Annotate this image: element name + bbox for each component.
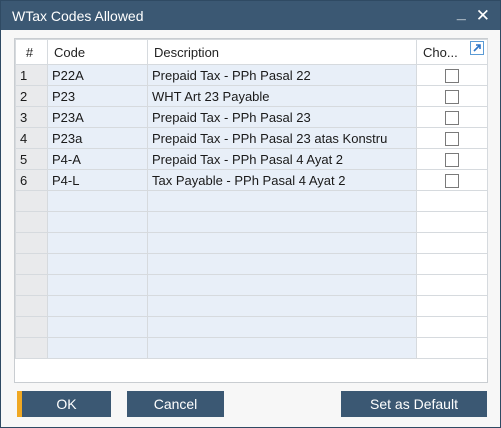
code-cell[interactable]: P23a xyxy=(47,127,148,149)
empty-description-cell[interactable] xyxy=(147,211,417,233)
grid-table: # Code Description Cho... 1 P22A Prepaid T… xyxy=(15,39,488,359)
row-number: 5 xyxy=(15,148,48,170)
empty-description-cell[interactable] xyxy=(147,190,417,212)
set-as-default-button[interactable]: Set as Default xyxy=(341,391,487,417)
chosen-cell xyxy=(416,106,488,128)
row-number: 2 xyxy=(15,85,48,107)
empty-description-cell[interactable] xyxy=(147,274,417,296)
empty-code-cell[interactable] xyxy=(47,232,148,254)
description-cell[interactable]: Tax Payable - PPh Pasal 4 Ayat 2 xyxy=(147,169,417,191)
table-row[interactable]: 4 P23a Prepaid Tax - PPh Pasal 23 atas Kon… xyxy=(15,127,488,149)
empty-chosen-cell xyxy=(416,253,488,275)
empty-description-cell[interactable] xyxy=(147,253,417,275)
empty-code-cell[interactable] xyxy=(47,211,148,233)
empty-description-cell[interactable] xyxy=(147,337,417,359)
window-controls: _ ✕ xyxy=(457,5,490,24)
description-cell[interactable]: Prepaid Tax - PPh Pasal 4 Ayat 2 xyxy=(147,148,417,170)
cancel-button[interactable]: Cancel xyxy=(127,391,224,417)
description-cell[interactable]: Prepaid Tax - PPh Pasal 22 xyxy=(147,64,417,86)
code-cell[interactable]: P4-A xyxy=(47,148,148,170)
minimize-icon[interactable]: _ xyxy=(457,5,466,22)
empty-chosen-cell xyxy=(416,211,488,233)
table-row[interactable]: 2 P23 WHT Art 23 Payable xyxy=(15,85,488,107)
chosen-checkbox[interactable] xyxy=(445,89,459,104)
description-cell[interactable]: Prepaid Tax - PPh Pasal 23 xyxy=(147,106,417,128)
empty-row xyxy=(15,295,488,317)
description-cell[interactable]: Prepaid Tax - PPh Pasal 23 atas Konstru xyxy=(147,127,417,149)
table-row[interactable]: 6 P4-L Tax Payable - PPh Pasal 4 Ayat 2 xyxy=(15,169,488,191)
empty-row-number xyxy=(15,232,48,254)
empty-row xyxy=(15,274,488,296)
row-number: 6 xyxy=(15,169,48,191)
chosen-cell xyxy=(416,148,488,170)
ok-button[interactable]: OK xyxy=(17,391,111,417)
button-bar: OK Cancel Set as Default xyxy=(17,391,487,417)
description-cell[interactable]: WHT Art 23 Payable xyxy=(147,85,417,107)
chosen-checkbox[interactable] xyxy=(445,152,459,167)
expand-arrow-icon[interactable] xyxy=(470,41,484,55)
close-icon[interactable]: ✕ xyxy=(476,7,490,24)
chosen-cell xyxy=(416,127,488,149)
empty-chosen-cell xyxy=(416,274,488,296)
row-number: 4 xyxy=(15,127,48,149)
chosen-checkbox[interactable] xyxy=(445,68,459,83)
empty-row-number xyxy=(15,316,48,338)
empty-row-number xyxy=(15,274,48,296)
empty-description-cell[interactable] xyxy=(147,316,417,338)
empty-chosen-cell xyxy=(416,316,488,338)
empty-row-number xyxy=(15,295,48,317)
code-cell[interactable]: P23A xyxy=(47,106,148,128)
table-row[interactable]: 3 P23A Prepaid Tax - PPh Pasal 23 xyxy=(15,106,488,128)
chosen-cell xyxy=(416,169,488,191)
empty-code-cell[interactable] xyxy=(47,316,148,338)
empty-chosen-cell xyxy=(416,295,488,317)
empty-row xyxy=(15,211,488,233)
empty-code-cell[interactable] xyxy=(47,253,148,275)
column-header-number[interactable]: # xyxy=(15,39,48,65)
empty-code-cell[interactable] xyxy=(47,274,148,296)
empty-description-cell[interactable] xyxy=(147,295,417,317)
empty-row xyxy=(15,232,488,254)
grid-header-row: # Code Description Cho... xyxy=(15,39,488,65)
empty-row xyxy=(15,253,488,275)
table-row[interactable]: 5 P4-A Prepaid Tax - PPh Pasal 4 Ayat 2 xyxy=(15,148,488,170)
window-title: WTax Codes Allowed xyxy=(12,7,144,24)
empty-row-number xyxy=(15,253,48,275)
empty-chosen-cell xyxy=(416,190,488,212)
grid-body: 1 P22A Prepaid Tax - PPh Pasal 22 2 P23 WHT A… xyxy=(15,64,488,359)
empty-row xyxy=(15,316,488,338)
wtax-codes-dialog: WTax Codes Allowed _ ✕ # Code Descriptio… xyxy=(0,0,501,428)
row-number: 3 xyxy=(15,106,48,128)
row-number: 1 xyxy=(15,64,48,86)
empty-row-number xyxy=(15,211,48,233)
code-cell[interactable]: P4-L xyxy=(47,169,148,191)
table-row[interactable]: 1 P22A Prepaid Tax - PPh Pasal 22 xyxy=(15,64,488,86)
chosen-checkbox[interactable] xyxy=(445,173,459,188)
empty-description-cell[interactable] xyxy=(147,232,417,254)
code-cell[interactable]: P23 xyxy=(47,85,148,107)
empty-row xyxy=(15,190,488,212)
column-header-code[interactable]: Code xyxy=(47,39,148,65)
chosen-checkbox[interactable] xyxy=(445,110,459,125)
empty-row-number xyxy=(15,337,48,359)
column-header-description[interactable]: Description xyxy=(147,39,417,65)
chosen-cell xyxy=(416,85,488,107)
title-bar: WTax Codes Allowed _ ✕ xyxy=(1,1,500,30)
empty-code-cell[interactable] xyxy=(47,190,148,212)
empty-chosen-cell xyxy=(416,232,488,254)
chosen-checkbox[interactable] xyxy=(445,131,459,146)
wtax-codes-grid: # Code Description Cho... 1 P22A Prepaid T… xyxy=(14,38,488,383)
chosen-cell xyxy=(416,64,488,86)
empty-chosen-cell xyxy=(416,337,488,359)
empty-row-number xyxy=(15,190,48,212)
empty-row xyxy=(15,337,488,359)
empty-code-cell[interactable] xyxy=(47,295,148,317)
code-cell[interactable]: P22A xyxy=(47,64,148,86)
empty-code-cell[interactable] xyxy=(47,337,148,359)
